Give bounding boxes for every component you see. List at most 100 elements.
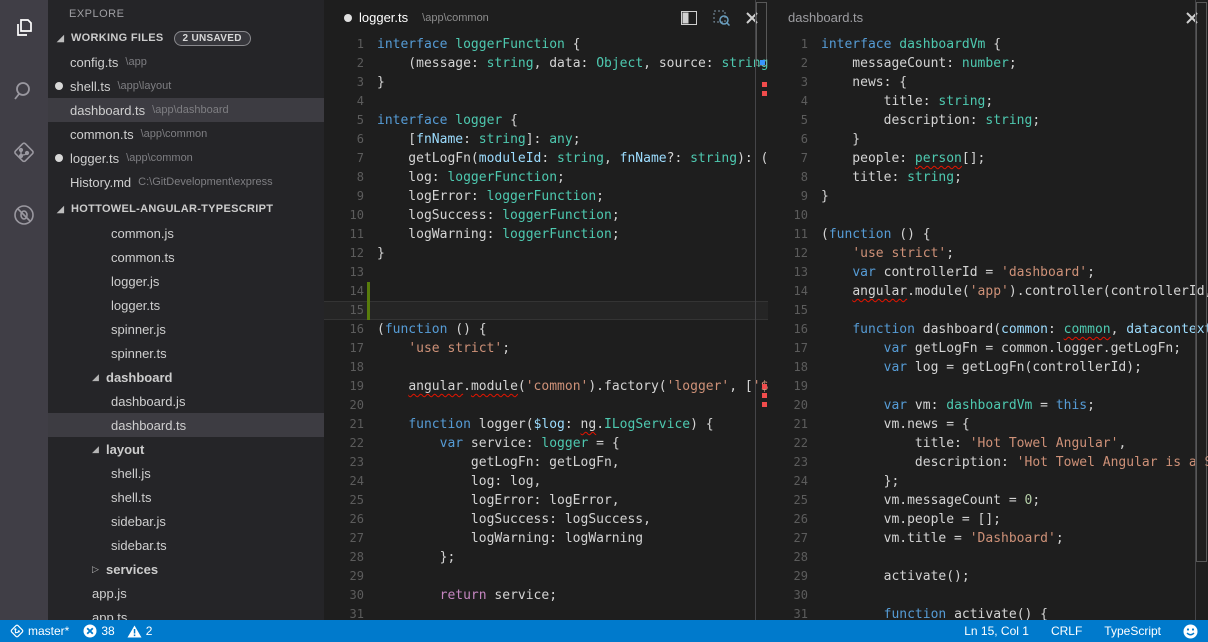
code-line: 20 (324, 396, 768, 415)
tree-item-dashboard-js[interactable]: dashboard.js (48, 389, 324, 413)
debug-tab[interactable] (0, 186, 48, 248)
scrollbar-slider[interactable] (1196, 2, 1207, 562)
file-name: config.ts (70, 55, 118, 70)
code-line: 27 logWarning: logWarning (324, 529, 768, 548)
dirty-indicator (344, 14, 352, 22)
working-file-item[interactable]: dashboard.ts\app\dashboard (48, 98, 324, 122)
line-number: 22 (768, 434, 808, 453)
cursor-position[interactable]: Ln 15, Col 1 (964, 620, 1029, 642)
tree-item-common-ts[interactable]: common.ts (48, 245, 324, 269)
working-file-item[interactable]: History.mdC:\GitDevelopment\express (48, 170, 324, 194)
code-line: 13 var controllerId = 'dashboard'; (768, 263, 1208, 282)
line-number: 9 (324, 187, 364, 206)
line-number: 15 (324, 301, 364, 320)
editor-title-text: logger.ts (359, 10, 408, 25)
line-number: 15 (768, 301, 808, 320)
search-tab[interactable] (0, 62, 48, 124)
code-content: } (364, 244, 385, 263)
code-line: 6 } (768, 130, 1208, 149)
tree-item-sidebar-ts[interactable]: sidebar.ts (48, 533, 324, 557)
code-editor-logger[interactable]: 1interface loggerFunction {2 (message: s… (324, 35, 768, 620)
scrollbar-slider[interactable] (756, 2, 767, 66)
line-number: 24 (768, 472, 808, 491)
line-number: 4 (768, 92, 808, 111)
code-line: 24 log: log, (324, 472, 768, 491)
tree-item-dashboard-ts[interactable]: dashboard.ts (48, 413, 324, 437)
chevron-expanded-icon: ◢ (92, 444, 104, 455)
ruler-mark (762, 393, 767, 398)
project-header[interactable]: ◢ HOTTOWEL-ANGULAR-TYPESCRIPT (48, 197, 324, 221)
line-number: 21 (324, 415, 364, 434)
line-number: 12 (768, 244, 808, 263)
line-number: 19 (768, 377, 808, 396)
problems-indicator[interactable]: 38 2 (83, 620, 152, 642)
code-line: 9} (768, 187, 1208, 206)
branch-name: master* (28, 624, 69, 638)
git-tab[interactable] (0, 124, 48, 186)
line-number: 26 (768, 510, 808, 529)
feedback-smiley[interactable] (1183, 620, 1198, 642)
working-file-item[interactable]: logger.ts\app\common (48, 146, 324, 170)
file-name: common.ts (111, 250, 175, 265)
tree-item-common-js[interactable]: common.js (48, 221, 324, 245)
code-line: 27 vm.title = 'Dashboard'; (768, 529, 1208, 548)
tree-item-shell-js[interactable]: shell.js (48, 461, 324, 485)
explorer-tab[interactable] (0, 0, 48, 62)
code-content: people: person[]; (808, 149, 985, 168)
editor-title[interactable]: dashboard.ts (788, 10, 863, 25)
tree-item-spinner-ts[interactable]: spinner.ts (48, 341, 324, 365)
working-files-header[interactable]: ◢ WORKING FILES 2 UNSAVED (48, 26, 324, 50)
tree-item-spinner-js[interactable]: spinner.js (48, 317, 324, 341)
code-line: 19 (768, 377, 1208, 396)
file-name: sidebar.js (111, 514, 166, 529)
code-content: vm.title = 'Dashboard'; (808, 529, 1064, 548)
eol-indicator[interactable]: CRLF (1051, 620, 1082, 642)
tree-item-dashboard[interactable]: ◢dashboard (48, 365, 324, 389)
working-file-item[interactable]: config.ts\app (48, 50, 324, 74)
explorer-sidebar: EXPLORE ◢ WORKING FILES 2 UNSAVED config… (48, 0, 324, 620)
split-editor-icon[interactable] (681, 11, 697, 25)
code-editor-dashboard[interactable]: 1interface dashboardVm {2 messageCount: … (768, 35, 1208, 620)
code-line: 3} (324, 73, 768, 92)
language-mode[interactable]: TypeScript (1104, 620, 1161, 642)
no-bug-icon (11, 202, 37, 233)
tree-item-layout[interactable]: ◢layout (48, 437, 324, 461)
tree-item-sidebar-js[interactable]: sidebar.js (48, 509, 324, 533)
code-line: 18 var log = getLogFn(controllerId); (768, 358, 1208, 377)
error-icon (83, 624, 97, 638)
ruler-mark (762, 91, 767, 96)
code-content: function logger($log: ng.ILogService) { (364, 415, 714, 434)
tree-item-logger-ts[interactable]: logger.ts (48, 293, 324, 317)
line-number: 28 (324, 548, 364, 567)
code-content: logWarning: loggerFunction; (364, 225, 620, 244)
git-branch-indicator[interactable]: master* (10, 620, 69, 642)
line-number: 20 (768, 396, 808, 415)
line-number: 19 (324, 377, 364, 396)
code-content: news: { (808, 73, 907, 92)
line-number: 8 (324, 168, 364, 187)
code-content: [fnName: string]: any; (364, 130, 581, 149)
editor-title[interactable]: logger.ts \app\common (344, 10, 489, 25)
chevron-collapsed-icon: ▷ (92, 564, 104, 575)
tree-item-services[interactable]: ▷services (48, 557, 324, 581)
file-path: C:\GitDevelopment\express (138, 176, 273, 188)
git-added-indicator (367, 301, 370, 320)
code-line: 1interface loggerFunction { (324, 35, 768, 54)
file-name: shell.js (111, 466, 151, 481)
open-preview-icon[interactable] (713, 10, 730, 26)
working-file-item[interactable]: common.ts\app\common (48, 122, 324, 146)
code-line: 26 logSuccess: logSuccess, (324, 510, 768, 529)
line-number: 8 (768, 168, 808, 187)
code-line: 5 description: string; (768, 111, 1208, 130)
line-number: 28 (768, 548, 808, 567)
tree-item-app-js[interactable]: app.js (48, 581, 324, 605)
line-number: 2 (768, 54, 808, 73)
tree-item-shell-ts[interactable]: shell.ts (48, 485, 324, 509)
tree-item-logger-js[interactable]: logger.js (48, 269, 324, 293)
code-line: 4 (324, 92, 768, 111)
line-number: 16 (768, 320, 808, 339)
working-file-item[interactable]: shell.ts\app\layout (48, 74, 324, 98)
code-line: 4 title: string; (768, 92, 1208, 111)
line-number: 17 (324, 339, 364, 358)
git-added-indicator (367, 282, 370, 301)
